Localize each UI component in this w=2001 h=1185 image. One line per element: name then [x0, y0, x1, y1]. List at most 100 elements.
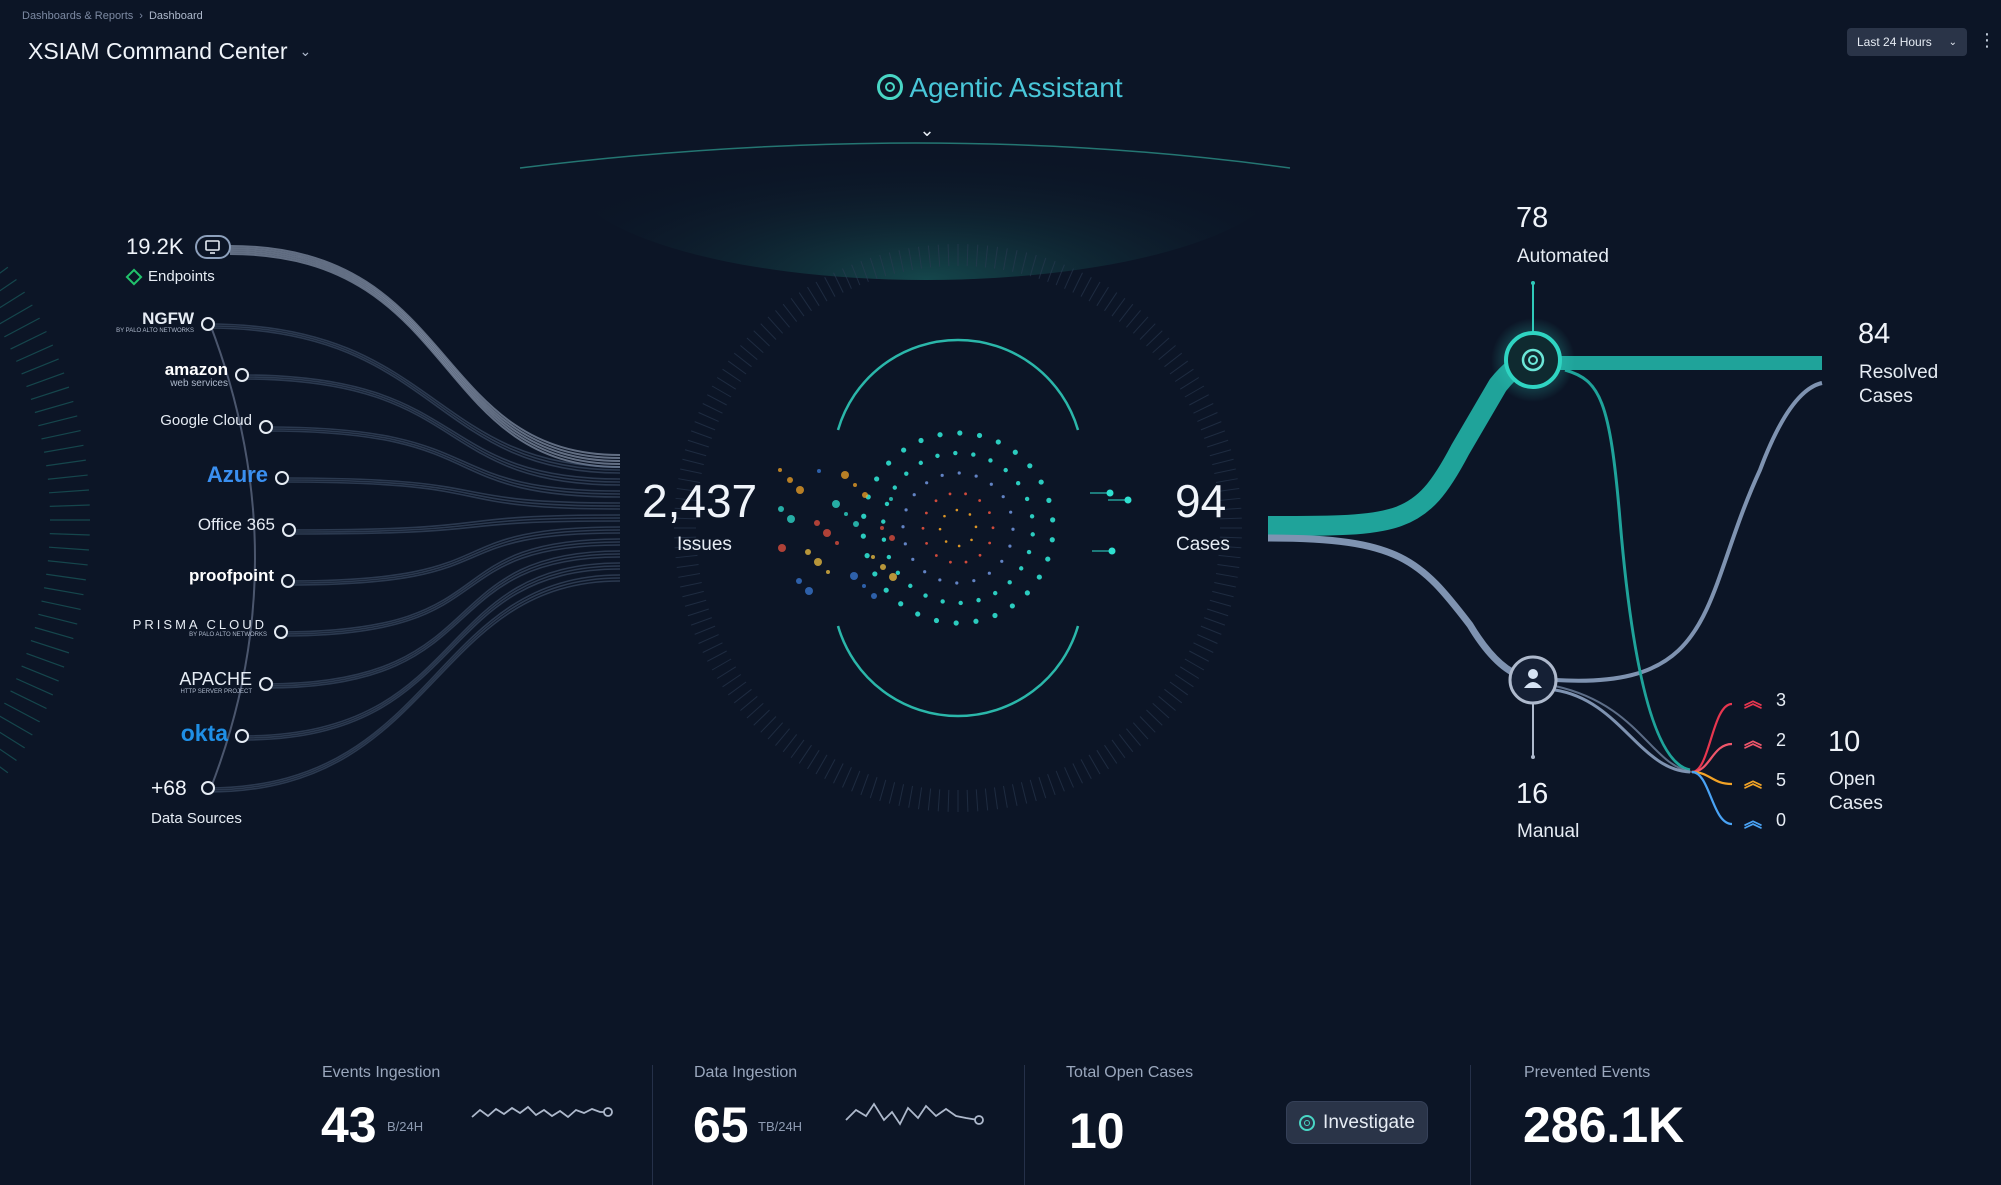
issue-particle	[853, 521, 859, 527]
ring-tick	[984, 788, 989, 811]
ring-tick	[1179, 666, 1200, 679]
ring-tick	[782, 734, 798, 753]
ring-tick	[1169, 681, 1189, 696]
ring-tick	[1152, 702, 1170, 719]
source-item[interactable]: okta	[181, 722, 228, 745]
source-item[interactable]: PRISMA CLOUD BY PALO ALTO NETWORKS	[133, 618, 267, 638]
ring-tick	[707, 394, 727, 406]
orb-dot	[935, 453, 940, 459]
ring-tick	[680, 468, 702, 475]
source-node	[275, 471, 289, 485]
investigate-button[interactable]: Investigate	[1286, 1101, 1428, 1144]
source-flow	[229, 253, 621, 468]
source-flow	[287, 532, 621, 586]
orb-dot	[995, 439, 1001, 445]
dashboard-selector[interactable]: XSIAM Command Center ⌄	[28, 38, 311, 65]
orb-dot	[1001, 495, 1005, 499]
more-options-icon[interactable]: ⋮	[1978, 30, 1996, 51]
source-logo-text: NGFW	[142, 309, 194, 328]
issues-label: Issues	[677, 534, 732, 555]
ring-tick	[1139, 323, 1156, 340]
orb-dot	[974, 474, 978, 478]
orb-dot	[904, 508, 908, 512]
manual-label[interactable]: Manual	[1517, 821, 1579, 843]
source-item[interactable]: Google Cloud	[160, 413, 252, 428]
breadcrumb-parent[interactable]: Dashboards & Reports	[22, 10, 133, 22]
ring-tick	[682, 590, 704, 598]
orb-dot	[987, 571, 991, 575]
orb-dot	[1009, 603, 1015, 609]
issue-particle	[805, 587, 813, 595]
priority-chevron-icon: ︽	[1744, 770, 1762, 791]
orb-dot	[955, 581, 959, 585]
source-item[interactable]: proofpoint	[189, 567, 274, 584]
source-item[interactable]: APACHE HTTP SERVER PROJECT	[179, 670, 252, 695]
data-sources-label[interactable]: Data Sources	[151, 810, 242, 827]
orb-dot	[957, 430, 963, 436]
orb-dot	[970, 538, 973, 542]
source-item[interactable]: NGFW BY PALO ALTO NETWORKS	[116, 310, 194, 334]
ring-tick	[790, 739, 805, 759]
priority-row[interactable]: ︽ 5	[1744, 770, 1786, 791]
source-logo-subtext: HTTP SERVER PROJECT	[180, 689, 252, 695]
orb-dot	[923, 593, 928, 598]
events-ingestion-unit: B/24H	[387, 1119, 424, 1134]
priority-row[interactable]: ︽ 0	[1744, 810, 1786, 831]
issue-particle	[814, 520, 820, 526]
ring-tick	[1184, 658, 1205, 671]
ring-tick	[716, 377, 737, 390]
resolved-label[interactable]: Resolved Cases	[1859, 361, 1938, 409]
ring-tick	[860, 774, 869, 796]
data-sparkline	[845, 1102, 979, 1126]
orb-dot	[955, 508, 959, 512]
priority-row[interactable]: ︽ 3	[1744, 690, 1786, 711]
assistant-expand-icon[interactable]: ⌄	[912, 120, 942, 141]
source-logo-subtext: BY PALO ALTO NETWORKS	[189, 632, 267, 638]
case-particle	[1108, 547, 1116, 555]
source-node	[282, 523, 296, 537]
orb-dot	[988, 541, 992, 545]
prevented-events-value: 286.1K	[1523, 1097, 1685, 1153]
ring-tick	[1158, 696, 1176, 711]
ring-tick	[694, 625, 716, 635]
ring-tick	[975, 789, 979, 812]
ring-tick	[698, 412, 719, 422]
ring-tick	[888, 782, 896, 804]
orb-dot	[898, 601, 904, 607]
ring-tick	[16, 678, 54, 696]
ring-tick	[1164, 688, 1183, 704]
ring-tick	[702, 642, 723, 653]
ring-tick	[1003, 785, 1008, 808]
agentic-assistant-toggle[interactable]: Agentic Assistant	[800, 72, 1200, 104]
automated-count: 78	[1516, 202, 1549, 234]
automated-label[interactable]: Automated	[1517, 246, 1609, 268]
events-sparkline	[471, 1105, 608, 1119]
source-item[interactable]: Office 365	[198, 516, 275, 533]
orb-dot	[861, 513, 867, 519]
ring-tick	[26, 652, 65, 668]
issue-particle	[850, 572, 858, 580]
ring-tick	[1104, 292, 1118, 312]
ring-tick	[746, 702, 764, 719]
automated-node	[1504, 331, 1562, 389]
orb-dot	[1045, 556, 1051, 562]
open-cases-label[interactable]: Open Cases	[1829, 768, 1883, 816]
source-item[interactable]: amazon web services	[165, 361, 228, 389]
source-item[interactable]: Azure	[207, 464, 268, 486]
ring-tick	[41, 600, 81, 610]
priority-row[interactable]: ︽ 2	[1744, 730, 1786, 751]
ring-tick	[833, 763, 844, 784]
ring-tick	[807, 286, 820, 307]
ring-tick	[1200, 421, 1222, 431]
issue-particle	[835, 541, 839, 545]
ring-tick	[1038, 777, 1047, 799]
ring-tick	[0, 731, 25, 749]
ring-tick	[842, 767, 852, 788]
orb-dot	[1038, 479, 1044, 485]
ring-tick	[1179, 377, 1200, 390]
orb-dot	[937, 432, 943, 438]
time-range-select[interactable]: Last 24 Hours ⌄	[1847, 28, 1967, 56]
ring-tick	[26, 372, 65, 388]
data-ingestion-unit: TB/24H	[758, 1119, 803, 1134]
cases-count: 94	[1175, 475, 1227, 527]
